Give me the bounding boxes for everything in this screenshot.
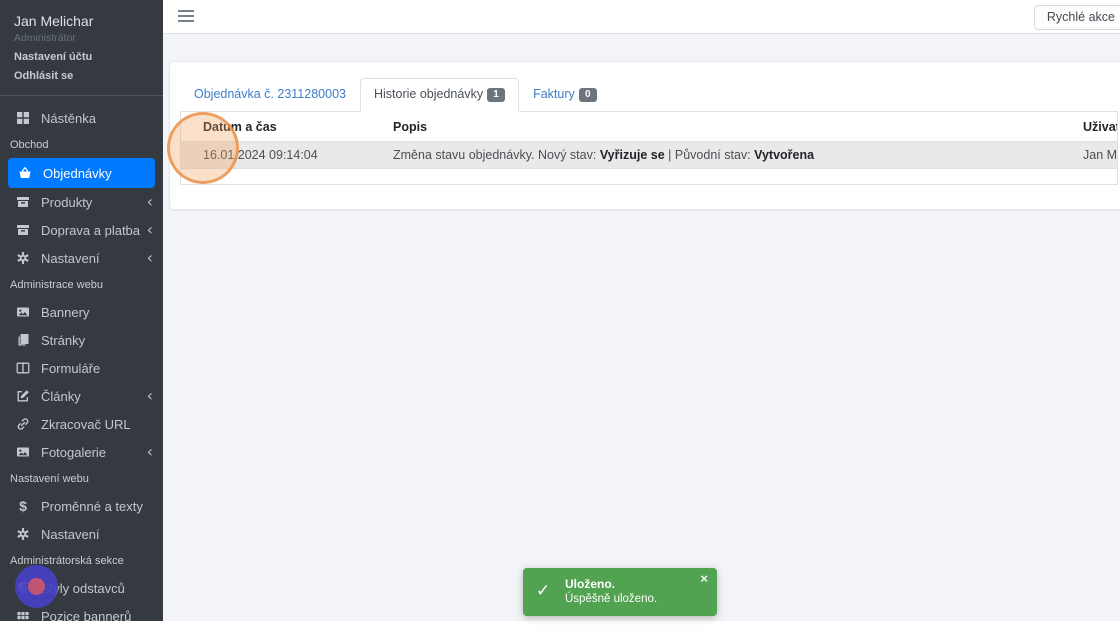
cell-user: Jan Melichar (1061, 141, 1117, 169)
pages-icon (14, 333, 32, 347)
sidebar-item-label: Bannery (41, 304, 90, 320)
user-role: Administrátor (14, 32, 76, 44)
sidebar: Jan Melichar Administrátor Nastavení účt… (0, 0, 163, 624)
chevron-left-icon: ‹ (146, 442, 153, 461)
cell-description: Změna stavu objednávky. Nový stav: Vyřiz… (371, 141, 1061, 169)
sidebar-item-label: Formuláře (41, 360, 101, 376)
sidebar-item-bannery[interactable]: Bannery (0, 298, 163, 326)
sidebar-item-label: Nástěnka (41, 110, 96, 126)
cell-datetime: 16.01.2024 09:14:04 (181, 141, 371, 169)
sidebar-item-label: Zkracovač URL (41, 416, 131, 432)
sidebar-header-administrace-webu: Administrace webu (10, 279, 103, 291)
sidebar-item-produkty[interactable]: Produkty ‹ (0, 188, 163, 216)
column-header-datetime: Datum a čas (203, 120, 277, 134)
sidebar-item-nastaveni-webu[interactable]: Nastavení (0, 520, 163, 548)
gear-icon (14, 251, 32, 265)
sidebar-item-label: Nastavení (41, 250, 100, 266)
tab-order-number[interactable]: Objednávka č. 2311280003 (180, 78, 360, 112)
box-icon (14, 195, 32, 209)
hamburger-icon[interactable] (178, 9, 194, 23)
sidebar-item-styly-odstavcu[interactable]: Styly odstavců (0, 574, 163, 602)
check-icon: ✓ (536, 581, 551, 600)
edit-icon (14, 389, 32, 403)
account-settings-link[interactable]: Nastavení účtu (14, 51, 163, 63)
sidebar-item-nastenka[interactable]: Nástěnka (0, 104, 163, 132)
tab-label: Historie objednávky (373, 87, 484, 101)
column-header-description: Popis (393, 120, 428, 134)
sidebar-item-label: Články (41, 388, 81, 404)
history-table: Datum a čas Popis Uživatel 16.01.2024 09… (181, 112, 1117, 169)
sidebar-item-clanky[interactable]: Články ‹ (0, 382, 163, 410)
tab-invoices[interactable]: Faktury 0 (519, 78, 611, 112)
original-status: Vytvořena (754, 148, 815, 162)
image-icon (14, 445, 32, 459)
count-badge: 0 (578, 88, 597, 102)
gear-icon (14, 527, 32, 541)
sidebar-divider (0, 95, 163, 96)
order-tabs: Objednávka č. 2311280003 Historie objedn… (180, 78, 1118, 112)
success-toast: ✓ Uloženo. Úspěšně uloženo. × (523, 568, 717, 616)
sidebar-header-nastaveni-webu: Nastavení webu (10, 473, 89, 485)
link-icon (14, 417, 32, 431)
chevron-left-icon: ‹ (146, 248, 153, 267)
chevron-left-icon: ‹ (146, 386, 153, 405)
column-header-user: Uživatel (1083, 120, 1117, 134)
basket-icon (16, 166, 34, 180)
sidebar-item-formulare[interactable]: Formuláře (0, 354, 163, 382)
sidebar-item-pozice-banneru[interactable]: Pozice bannerů (0, 602, 163, 630)
sidebar-item-zkracovac-url[interactable]: Zkracovač URL (0, 410, 163, 438)
sidebar-header-obchod: Obchod (10, 139, 49, 151)
sidebar-item-label: Produkty (41, 194, 93, 210)
user-name: Jan Melichar (14, 13, 94, 29)
sidebar-item-label: Doprava a platba (41, 222, 141, 238)
sidebar-item-nastaveni-obchod[interactable]: Nastavení ‹ (0, 244, 163, 272)
tab-order-history[interactable]: Historie objednávky 1 (359, 78, 520, 112)
card-tabs-area: Objednávka č. 2311280003 Historie objedn… (170, 62, 1120, 112)
sidebar-item-label: Proměnné a texty (41, 498, 143, 514)
sidebar-item-objednavky[interactable]: Objednávky (8, 158, 155, 188)
tab-label: Faktury (533, 87, 575, 101)
sidebar-item-label: Stránky (41, 332, 86, 348)
sidebar-item-doprava-a-platba[interactable]: Doprava a platba ‹ (0, 216, 163, 244)
logout-link[interactable]: Odhlásit se (14, 70, 163, 82)
sidebar-item-promenne-a-texty[interactable]: $ Proměnné a texty (0, 492, 163, 520)
toast-message: Úspěšně uloženo. (565, 593, 658, 605)
image-icon (14, 305, 32, 319)
chevron-left-icon: ‹ (146, 192, 153, 211)
close-icon[interactable]: × (700, 571, 708, 586)
table-row: 16.01.2024 09:14:04 Změna stavu objednáv… (181, 141, 1117, 169)
box-icon (14, 223, 32, 237)
sidebar-item-label: Styly odstavců (41, 580, 125, 596)
grid-icon (14, 111, 32, 125)
order-detail-card: Objednávka č. 2311280003 Historie objedn… (170, 62, 1120, 209)
new-status: Vyřizuje se (599, 148, 665, 162)
paragraph-icon (14, 581, 32, 595)
chevron-left-icon: ‹ (146, 220, 153, 239)
sidebar-item-label: Objednávky (43, 165, 112, 181)
sidebar-item-fotogalerie[interactable]: Fotogalerie ‹ (0, 438, 163, 466)
history-panel: Datum a čas Popis Uživatel 16.01.2024 09… (180, 112, 1118, 185)
topbar: Rychlé akce (163, 0, 1120, 34)
dollar-icon: $ (19, 498, 27, 514)
quick-actions-button[interactable]: Rychlé akce (1033, 5, 1120, 30)
sidebar-item-label: Pozice bannerů (41, 608, 132, 624)
sidebar-item-label: Nastavení (41, 526, 100, 542)
table-header-row: Datum a čas Popis Uživatel (181, 112, 1117, 142)
toast-title: Uloženo. (565, 577, 615, 591)
sidebar-nav: Nástěnka Obchod Objednávky Produkty ‹ Do… (0, 104, 163, 630)
columns-icon (14, 361, 32, 375)
sidebar-item-stranky[interactable]: Stránky (0, 326, 163, 354)
count-badge: 1 (487, 88, 506, 102)
sidebar-item-label: Fotogalerie (41, 444, 107, 460)
sidebar-header-administratorska-sekce: Administrátorská sekce (10, 555, 124, 567)
